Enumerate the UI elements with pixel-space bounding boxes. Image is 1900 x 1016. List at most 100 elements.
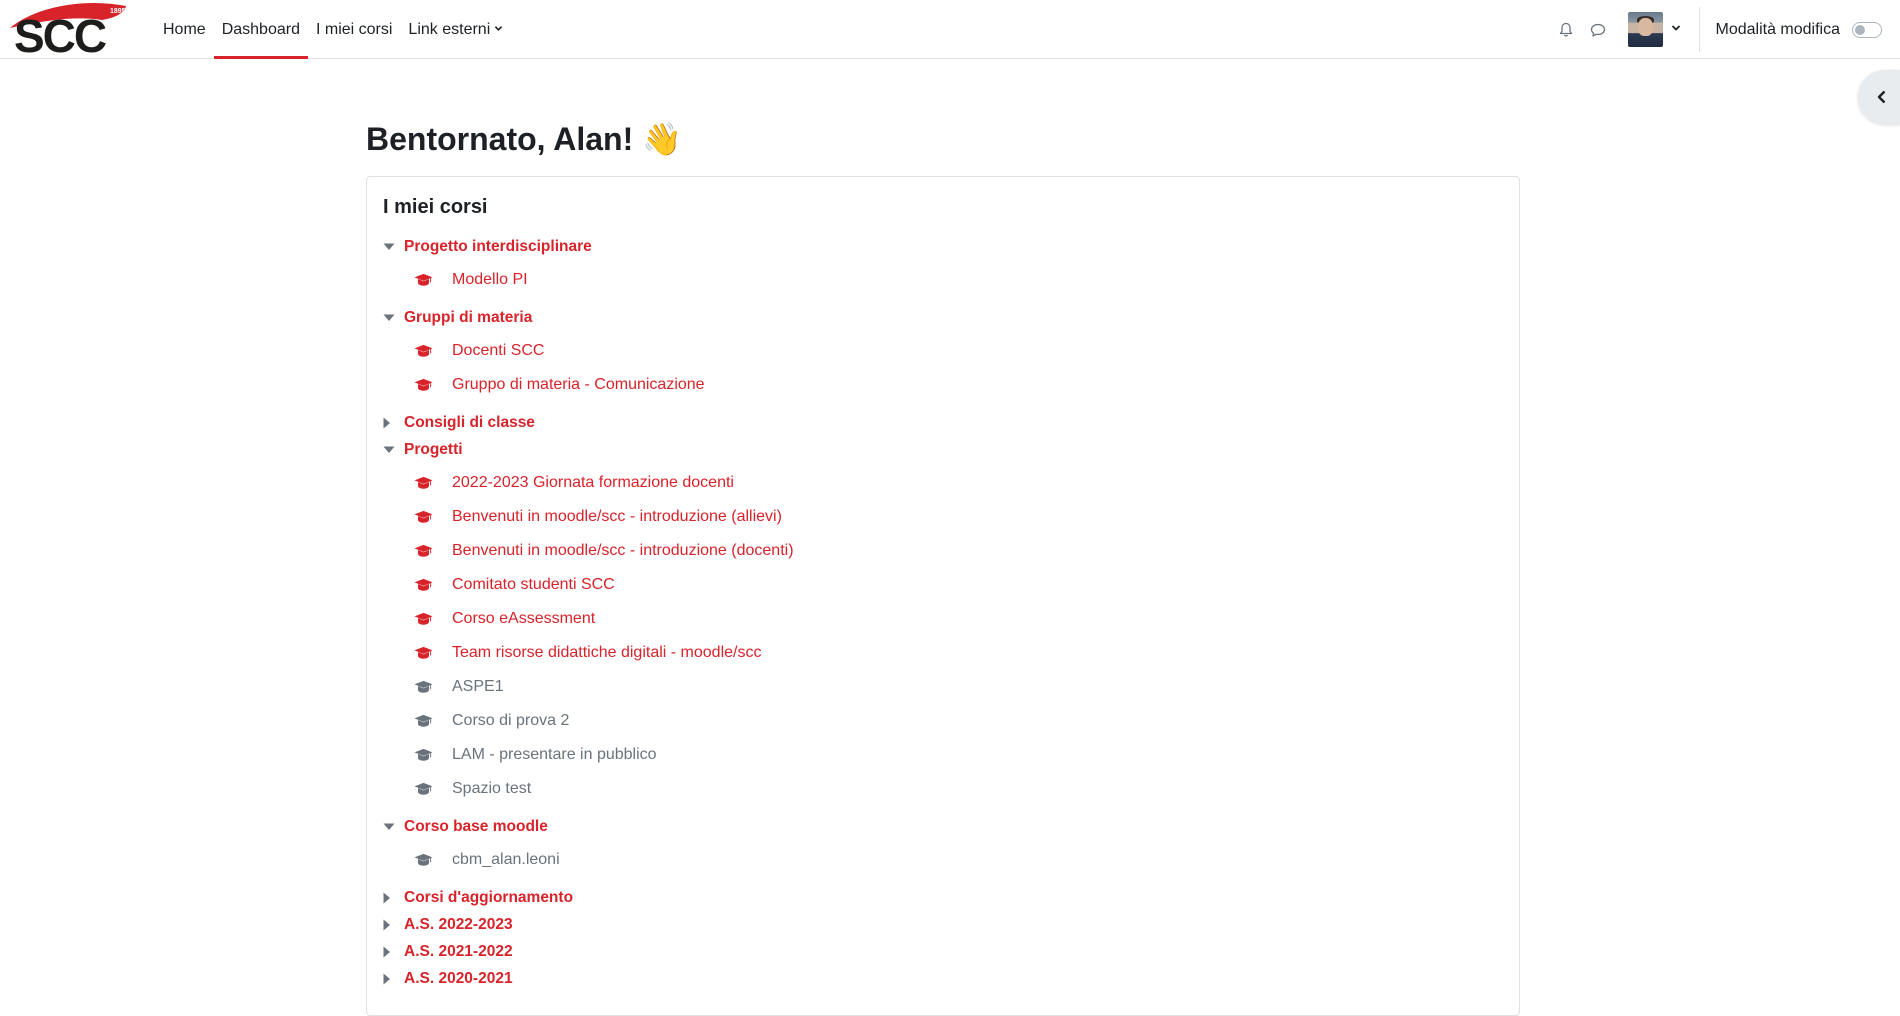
course-item[interactable]: Modello PI	[383, 263, 1483, 297]
category-label[interactable]: Corsi d'aggiornamento	[404, 889, 573, 907]
course-item[interactable]: Docenti SCC	[383, 334, 1483, 368]
category-label[interactable]: Consigli di classe	[404, 414, 535, 432]
category-row[interactable]: A.S. 2022-2023	[383, 911, 1483, 938]
nav-external-links-label: Link esterni	[408, 21, 490, 39]
nav-dashboard[interactable]: Dashboard	[214, 0, 308, 59]
course-link[interactable]: Gruppo di materia - Comunicazione	[452, 376, 705, 394]
category-label[interactable]: A.S. 2021-2022	[404, 943, 513, 961]
course-list: Modello PI	[383, 260, 1483, 304]
graduation-cap-icon	[414, 273, 452, 287]
chevron-down-icon	[494, 24, 503, 36]
top-navbar: 1895 SCC Home Dashboard I miei corsi Lin…	[0, 0, 1900, 59]
category-label[interactable]: A.S. 2020-2021	[404, 970, 513, 988]
caret-down-icon[interactable]	[383, 446, 404, 454]
edit-mode-control: Modalità modifica	[1716, 21, 1883, 39]
course-item[interactable]: cbm_alan.leoni	[383, 843, 1483, 877]
category-row[interactable]: Gruppi di materia	[383, 304, 1483, 331]
caret-down-icon[interactable]	[383, 314, 404, 322]
category-label[interactable]: Corso base moodle	[404, 818, 548, 836]
course-item[interactable]: Corso eAssessment	[383, 602, 1483, 636]
course-link[interactable]: LAM - presentare in pubblico	[452, 746, 657, 764]
course-link[interactable]: Comitato studenti SCC	[452, 576, 615, 594]
nav-dashboard-label: Dashboard	[222, 21, 300, 39]
category-row[interactable]: Corsi d'aggiornamento	[383, 884, 1483, 911]
course-item[interactable]: Gruppo di materia - Comunicazione	[383, 368, 1483, 402]
nav-home[interactable]: Home	[155, 0, 214, 59]
user-navigation: Modalità modifica	[1550, 0, 1900, 59]
course-link[interactable]: Spazio test	[452, 780, 531, 798]
graduation-cap-icon	[414, 714, 452, 728]
course-item[interactable]: 2022-2023 Giornata formazione docenti	[383, 466, 1483, 500]
course-item[interactable]: Spazio test	[383, 772, 1483, 806]
nav-my-courses[interactable]: I miei corsi	[308, 0, 400, 59]
category-row[interactable]: A.S. 2020-2021	[383, 965, 1483, 992]
user-menu-toggle[interactable]	[1628, 12, 1681, 47]
course-link[interactable]: Team risorse didattiche digitali - moodl…	[452, 644, 761, 662]
category-row[interactable]: A.S. 2021-2022	[383, 938, 1483, 965]
category-label[interactable]: Progetti	[404, 441, 463, 459]
caret-right-icon[interactable]	[383, 919, 404, 931]
graduation-cap-icon	[414, 612, 452, 626]
course-link[interactable]: Docenti SCC	[452, 342, 544, 360]
category-row[interactable]: Progetto interdisciplinare	[383, 233, 1483, 260]
graduation-cap-icon	[414, 646, 452, 660]
caret-right-icon[interactable]	[383, 892, 404, 904]
graduation-cap-icon	[414, 782, 452, 796]
course-link[interactable]: Corso di prova 2	[452, 712, 569, 730]
course-link[interactable]: cbm_alan.leoni	[452, 851, 560, 869]
course-item[interactable]: Comitato studenti SCC	[383, 568, 1483, 602]
open-block-drawer-button[interactable]	[1858, 70, 1900, 124]
graduation-cap-icon	[414, 544, 452, 558]
course-item[interactable]: ASPE1	[383, 670, 1483, 704]
caret-right-icon[interactable]	[383, 973, 404, 985]
block-title: I miei corsi	[383, 196, 488, 219]
category-row[interactable]: Consigli di classe	[383, 409, 1483, 436]
chevron-left-icon	[1875, 90, 1889, 104]
course-item[interactable]: Corso di prova 2	[383, 704, 1483, 738]
category-label[interactable]: Gruppi di materia	[404, 309, 532, 327]
edit-mode-toggle[interactable]	[1852, 22, 1882, 38]
course-link[interactable]: Benvenuti in moodle/scc - introduzione (…	[452, 542, 794, 560]
messages-button[interactable]	[1582, 14, 1614, 46]
avatar	[1628, 12, 1663, 47]
nav-my-courses-label: I miei corsi	[316, 21, 392, 39]
graduation-cap-icon	[414, 476, 452, 490]
primary-navigation: Home Dashboard I miei corsi Link esterni	[155, 0, 511, 59]
notifications-button[interactable]	[1550, 14, 1582, 46]
course-link[interactable]: ASPE1	[452, 678, 504, 696]
caret-down-icon[interactable]	[383, 823, 404, 831]
course-link[interactable]: Corso eAssessment	[452, 610, 595, 628]
chevron-down-icon	[1671, 23, 1681, 36]
course-link[interactable]: 2022-2023 Giornata formazione docenti	[452, 474, 734, 492]
category-label[interactable]: A.S. 2022-2023	[404, 916, 513, 934]
graduation-cap-icon	[414, 748, 452, 762]
course-tree: Progetto interdisciplinare Modello PI Grup…	[383, 233, 1483, 992]
graduation-cap-icon	[414, 510, 452, 524]
course-list: cbm_alan.leoni	[383, 840, 1483, 884]
edit-mode-label: Modalità modifica	[1716, 21, 1841, 39]
graduation-cap-icon	[414, 853, 452, 867]
course-list: 2022-2023 Giornata formazione docenti Ben…	[383, 463, 1483, 813]
site-logo[interactable]: 1895 SCC	[6, 0, 131, 56]
category-row[interactable]: Progetti	[383, 436, 1483, 463]
course-item[interactable]: Benvenuti in moodle/scc - introduzione (…	[383, 500, 1483, 534]
bell-icon	[1558, 22, 1574, 38]
course-item[interactable]: LAM - presentare in pubblico	[383, 738, 1483, 772]
chat-bubble-icon	[1590, 22, 1606, 38]
course-item[interactable]: Team risorse didattiche digitali - moodl…	[383, 636, 1483, 670]
category-label[interactable]: Progetto interdisciplinare	[404, 238, 592, 256]
caret-right-icon[interactable]	[383, 417, 404, 429]
caret-down-icon[interactable]	[383, 243, 404, 251]
graduation-cap-icon	[414, 578, 452, 592]
caret-right-icon[interactable]	[383, 946, 404, 958]
graduation-cap-icon	[414, 680, 452, 694]
logo-year: 1895	[110, 8, 126, 15]
nav-home-label: Home	[163, 21, 206, 39]
course-link[interactable]: Modello PI	[452, 271, 528, 289]
graduation-cap-icon	[414, 344, 452, 358]
course-link[interactable]: Benvenuti in moodle/scc - introduzione (…	[452, 508, 782, 526]
category-row[interactable]: Corso base moodle	[383, 813, 1483, 840]
nav-external-links[interactable]: Link esterni	[400, 0, 511, 59]
logo-text: SCC	[14, 10, 106, 56]
course-item[interactable]: Benvenuti in moodle/scc - introduzione (…	[383, 534, 1483, 568]
